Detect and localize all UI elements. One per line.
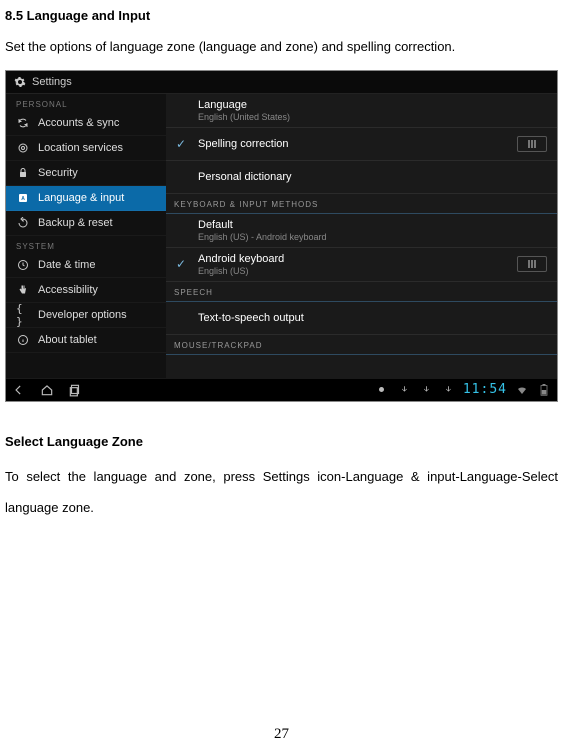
settings-header: Settings [6,71,557,94]
sidebar-item-accessibility[interactable]: Accessibility [6,278,166,303]
hand-icon [16,283,30,297]
header-title: Settings [32,76,72,88]
sidebar-item-label: About tablet [38,334,97,346]
sidebar-item-label: Security [38,167,78,179]
page-number: 27 [0,726,563,743]
backup-icon [16,216,30,230]
notification-icon[interactable] [375,383,389,397]
recents-icon[interactable] [68,383,82,397]
download-icon[interactable] [419,383,433,397]
subsection-text: To select the language and zone, press S… [5,461,558,523]
main-item-title: Android keyboard [198,253,507,265]
main-item-subtitle: English (United States) [198,112,547,122]
section-heading: 8.5 Language and Input [5,8,558,23]
main-item-title: Spelling correction [198,138,507,150]
main-item-title: Text-to-speech output [198,312,547,324]
main-item-spelling[interactable]: ✓ Spelling correction [166,128,557,161]
sidebar-item-backup[interactable]: Backup & reset [6,211,166,236]
braces-icon: { } [16,308,30,322]
sidebar-item-label: Date & time [38,259,95,271]
main-item-title: Personal dictionary [198,171,547,183]
main-item-tts[interactable]: Text-to-speech output [166,302,557,335]
sidebar-item-developer[interactable]: { } Developer options [6,303,166,328]
sidebar-item-date[interactable]: Date & time [6,253,166,278]
home-icon[interactable] [40,383,54,397]
location-icon [16,141,30,155]
sidebar-section-personal: PERSONAL [6,94,166,111]
checkbox-checked-icon[interactable]: ✓ [174,257,188,271]
info-icon [16,333,30,347]
svg-text:A: A [21,196,25,202]
lock-icon [16,166,30,180]
intro-text: Set the options of language zone (langua… [5,37,558,58]
tablet-screenshot: Settings PERSONAL Accounts & sync Locati… [5,70,558,402]
gear-icon [14,76,26,88]
sidebar-item-label: Backup & reset [38,217,113,229]
sidebar-item-label: Location services [38,142,123,154]
main-section-speech: SPEECH [166,282,557,302]
main-item-personal-dictionary[interactable]: Personal dictionary [166,161,557,194]
settings-slider-icon[interactable] [517,136,547,152]
battery-icon[interactable] [537,383,551,397]
main-item-default[interactable]: Default English (US) - Android keyboard [166,214,557,248]
wifi-icon[interactable] [515,383,529,397]
sidebar-item-location[interactable]: Location services [6,136,166,161]
main-item-subtitle: English (US) [198,266,507,276]
back-icon[interactable] [12,383,26,397]
checkbox-checked-icon[interactable]: ✓ [174,137,188,151]
main-item-title: Default [198,219,547,231]
subsection-heading: Select Language Zone [5,434,558,449]
sidebar-item-security[interactable]: Security [6,161,166,186]
clock-time[interactable]: 11:54 [463,382,507,397]
sidebar-item-accounts[interactable]: Accounts & sync [6,111,166,136]
sidebar-item-language[interactable]: A Language & input [6,186,166,211]
main-item-language[interactable]: Language English (United States) [166,94,557,128]
sidebar-item-about[interactable]: About tablet [6,328,166,353]
settings-main: Language English (United States) ✓ Spell… [166,94,557,378]
sidebar-item-label: Developer options [38,309,127,321]
main-section-mouse: MOUSE/TRACKPAD [166,335,557,355]
sync-icon [16,116,30,130]
clock-icon [16,258,30,272]
main-item-title: Language [198,99,547,111]
main-section-keyboard: KEYBOARD & INPUT METHODS [166,194,557,214]
sidebar-item-label: Language & input [38,192,124,204]
main-item-android-keyboard[interactable]: ✓ Android keyboard English (US) [166,248,557,282]
settings-sidebar: PERSONAL Accounts & sync Location servic… [6,94,166,378]
download-icon[interactable] [397,383,411,397]
language-icon: A [16,191,30,205]
download-icon[interactable] [441,383,455,397]
sidebar-item-label: Accounts & sync [38,117,119,129]
sidebar-item-label: Accessibility [38,284,98,296]
main-item-subtitle: English (US) - Android keyboard [198,232,547,242]
system-navbar: 11:54 [6,378,557,401]
sidebar-section-system: SYSTEM [6,236,166,253]
settings-slider-icon[interactable] [517,256,547,272]
